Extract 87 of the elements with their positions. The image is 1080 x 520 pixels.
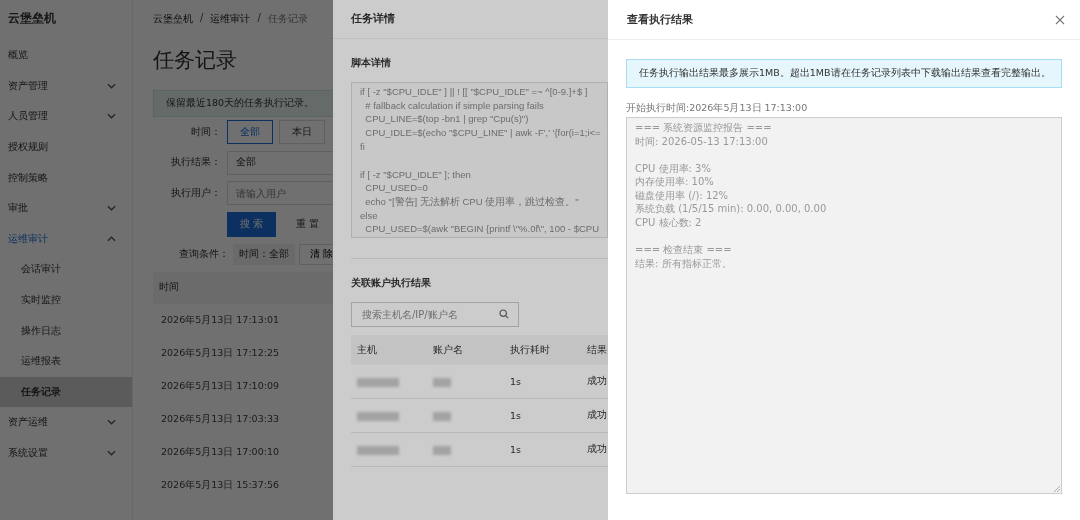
column-header: 主机 (356, 343, 378, 357)
nav-item[interactable]: 实时监控 (0, 284, 132, 316)
code-line: echo "[警告] 无法解析 CPU 使用率，跳过检查。" (364, 194, 580, 209)
search-icon (499, 309, 509, 319)
chevron-icon (107, 113, 116, 120)
nav-item[interactable]: 控制策略 (0, 162, 132, 193)
filter-label: 执行用户： (170, 187, 221, 200)
condition-tag: 时间：全部 (233, 244, 295, 266)
output-line: 结果: 所有指标正常。 (635, 256, 733, 271)
info-banner: 任务执行输出结果最多展示1MB。超出1MB请在任务记录列表中下载输出结果查看完整输出。 (626, 59, 1062, 88)
table-cell: 成功 (587, 409, 607, 422)
nav-item[interactable]: 运维报表 (0, 345, 132, 377)
output-line: CPU 核心数: 2 (635, 216, 703, 230)
code-line: fi (360, 139, 366, 154)
nav-group[interactable]: 审批 (0, 192, 132, 224)
code-line: # fallback calculation if simple parsing fails (364, 98, 545, 113)
brand-title: 云堡垒机 (7, 10, 57, 27)
code-line: CPU_USED=$(awk "BEGIN {printf \"%.0f\", 100 - $CPU (364, 222, 600, 237)
table-cell-text: 2026年5月13日 17:10:09 (160, 378, 280, 393)
column-header: 账户名 (433, 343, 464, 357)
nav-item[interactable]: 会话审计 (0, 254, 132, 285)
code-line: if [ -z "$CPU_IDLE" ] || ! [[ "$CPU_IDLE" =~ ^[0-9.]+$ ] (360, 85, 589, 99)
breadcrumb-separator: / (200, 12, 204, 25)
column-header: 执行耗时 (510, 343, 551, 357)
output-line: CPU 使用率: 3% (635, 161, 712, 176)
output-line: 内存使用率: 10% (635, 175, 715, 189)
nav-group[interactable]: 人员管理 (0, 101, 132, 132)
chevron-icon (107, 235, 116, 242)
nav-group[interactable]: 资产运维 (0, 407, 132, 438)
redacted-placeholder (357, 446, 399, 455)
column-header: 时间 (159, 281, 179, 295)
table-cell-text: 1s (510, 444, 522, 455)
reset-button[interactable]: 重 置 (286, 217, 330, 231)
filter-label: 时间： (190, 125, 221, 139)
search-button[interactable]: 搜 索 (227, 211, 277, 237)
breadcrumb-link[interactable]: 云堡垒机 (153, 12, 193, 26)
time-option[interactable]: 全部 (227, 120, 273, 145)
drawer-title: 查看执行结果 (627, 12, 693, 27)
close-icon[interactable] (1055, 14, 1065, 25)
code-line: if [ -z "$CPU_IDLE" ]; then (360, 167, 472, 182)
table-cell-text: 1s (510, 410, 522, 421)
output-line: 系统负载 (1/5/15 min): 0.00, 0.00, 0.00 (635, 202, 828, 217)
output-line: 磁盘使用率 (/): 12% (635, 188, 730, 203)
redacted-placeholder (357, 378, 399, 387)
page-title: 任务记录 (153, 47, 237, 74)
code-line: CPU_IDLE=$(echo "$CPU_LINE" | awk -F',' '{for(i=1;i<= (364, 126, 602, 140)
breadcrumb-separator: / (257, 12, 261, 25)
section-heading: 关联账户执行结果 (351, 277, 432, 290)
nav-item[interactable]: 操作日志 (0, 315, 132, 346)
table-cell-text: 2026年5月13日 17:12:25 (160, 345, 280, 360)
table-cell: 成功 (587, 443, 607, 456)
resize-grip-icon[interactable] (1054, 486, 1060, 492)
section-heading: 脚本详情 (351, 57, 392, 70)
table-cell-text: 1s (510, 376, 522, 387)
nav-group[interactable]: 运维审计 (0, 223, 132, 255)
table-cell-text: 2026年5月13日 17:03:33 (160, 411, 280, 426)
chevron-icon (107, 450, 116, 456)
table-cell: 成功 (587, 375, 607, 388)
code-line: else (360, 208, 379, 223)
code-line: CPU_LINE=$(top -bn1 | grep "Cpu(s)") (364, 112, 530, 127)
redacted-placeholder (433, 412, 451, 421)
start-time-label: 开始执行时间:2026年5月13日 17:13:00 (626, 102, 809, 115)
column-header: 结果 (587, 343, 607, 357)
conditions-label: 查询条件： (178, 248, 229, 262)
nav-item[interactable]: 任务记录 (0, 376, 132, 408)
code-line: CPU_USED=0 (364, 181, 429, 195)
output-line: 时间: 2026-05-13 17:13:00 (635, 134, 769, 149)
search-field[interactable]: 搜索主机名/IP/账户名 (351, 302, 519, 327)
filter-label: 执行结果： (170, 156, 221, 170)
redacted-placeholder (433, 378, 451, 387)
notice-banner: 保留最近180天的任务执行记录。 (153, 90, 334, 117)
table-cell-text: 2026年5月13日 17:00:10 (160, 444, 280, 459)
chevron-icon (107, 419, 116, 426)
output-line: === 系统资源监控报告 === (635, 121, 773, 135)
output-line: === 检查结束 === (635, 243, 733, 257)
table-cell-text: 2026年5月13日 15:37:56 (160, 477, 280, 492)
nav-group[interactable]: 资产管理 (0, 70, 132, 102)
nav-item[interactable]: 授权规则 (0, 131, 132, 163)
breadcrumb-link[interactable]: 运维审计 (210, 12, 251, 26)
table-cell-text: 2026年5月13日 17:13:01 (160, 312, 280, 327)
nav-item[interactable]: 概览 (0, 40, 132, 71)
redacted-placeholder (433, 446, 451, 455)
chevron-icon (107, 82, 116, 89)
nav-group[interactable]: 系统设置 (0, 437, 132, 469)
time-option[interactable]: 本日 (279, 120, 325, 145)
redacted-placeholder (357, 412, 399, 421)
chevron-icon (107, 205, 116, 212)
